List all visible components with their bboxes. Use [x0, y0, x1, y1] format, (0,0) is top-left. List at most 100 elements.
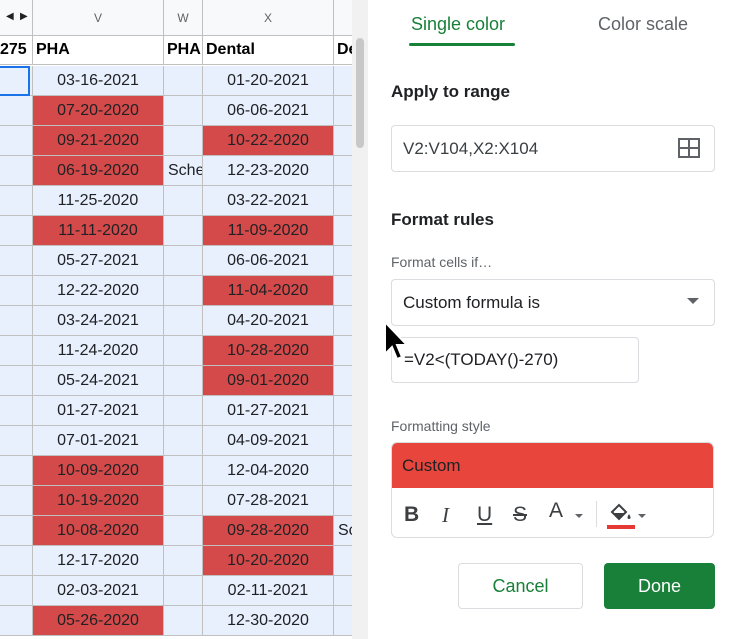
cell-x[interactable]: 12-23-2020 [203, 156, 334, 186]
fill-color-caret-icon[interactable] [638, 514, 646, 518]
cell-x[interactable]: 06-06-2021 [203, 96, 334, 126]
text-color-icon[interactable]: A [549, 499, 563, 523]
cell-x[interactable]: 04-20-2021 [203, 306, 334, 336]
cell-x[interactable]: 01-20-2021 [203, 66, 334, 96]
cell-y[interactable] [334, 126, 352, 156]
cell-v[interactable]: 05-27-2021 [33, 246, 164, 276]
cell-partial[interactable] [0, 96, 33, 126]
cell-x[interactable]: 04-09-2021 [203, 426, 334, 456]
column-header-y[interactable] [334, 0, 352, 35]
cell-v[interactable]: 03-24-2021 [33, 306, 164, 336]
cell-w[interactable] [164, 546, 203, 576]
range-input[interactable]: V2:V104,X2:X104 [391, 125, 715, 172]
tab-color-scale[interactable]: Color scale [598, 14, 688, 35]
header-cell-partial[interactable]: 275 [0, 36, 33, 65]
fill-color-icon[interactable] [608, 503, 634, 525]
cell-w[interactable] [164, 186, 203, 216]
done-button[interactable]: Done [604, 563, 715, 609]
column-header-w[interactable]: W [164, 0, 203, 35]
cell-x[interactable]: 02-11-2021 [203, 576, 334, 606]
cell-w[interactable] [164, 246, 203, 276]
cell-x[interactable]: 10-28-2020 [203, 336, 334, 366]
cell-v[interactable]: 10-09-2020 [33, 456, 164, 486]
cell-w[interactable] [164, 306, 203, 336]
cell-v[interactable]: 01-27-2021 [33, 396, 164, 426]
cell-y[interactable] [334, 96, 352, 126]
cell-w[interactable]: Sche [164, 156, 203, 186]
cell-x[interactable]: 11-09-2020 [203, 216, 334, 246]
cell-v[interactable]: 12-22-2020 [33, 276, 164, 306]
cell-partial[interactable] [0, 186, 33, 216]
cell-v[interactable]: 07-20-2020 [33, 96, 164, 126]
cell-y[interactable] [334, 396, 352, 426]
cell-y[interactable] [334, 66, 352, 96]
cell-w[interactable] [164, 486, 203, 516]
cell-partial[interactable] [0, 426, 33, 456]
cell-y[interactable] [334, 606, 352, 636]
cell-partial[interactable] [0, 276, 33, 306]
cancel-button[interactable]: Cancel [458, 563, 583, 609]
cell-w[interactable] [164, 66, 203, 96]
cell-y[interactable] [334, 306, 352, 336]
cell-v[interactable]: 11-25-2020 [33, 186, 164, 216]
cell-y[interactable] [334, 246, 352, 276]
cell-v[interactable]: 10-19-2020 [33, 486, 164, 516]
cell-partial[interactable] [0, 156, 33, 186]
cell-x[interactable]: 01-27-2021 [203, 396, 334, 426]
cell-w[interactable] [164, 336, 203, 366]
style-preview[interactable]: Custom [392, 443, 713, 488]
cell-partial[interactable] [0, 126, 33, 156]
cell-y[interactable] [334, 486, 352, 516]
column-header-x[interactable]: X [203, 0, 334, 35]
cell-v[interactable]: 11-11-2020 [33, 216, 164, 246]
cell-v[interactable]: 05-26-2020 [33, 606, 164, 636]
underline-icon[interactable]: U [477, 503, 492, 527]
chevron-down-icon[interactable] [687, 298, 699, 304]
cell-y[interactable] [334, 276, 352, 306]
tab-single-color[interactable]: Single color [411, 14, 505, 35]
cell-y[interactable] [334, 546, 352, 576]
cell-x[interactable]: 07-28-2021 [203, 486, 334, 516]
cell-partial[interactable] [0, 606, 33, 636]
scroll-left-icon[interactable]: ◀ [6, 11, 14, 22]
cell-partial[interactable] [0, 396, 33, 426]
cell-y[interactable] [334, 426, 352, 456]
select-range-icon[interactable] [678, 138, 700, 158]
cell-y[interactable] [334, 366, 352, 396]
strikethrough-icon[interactable]: S [513, 503, 527, 527]
cell-y[interactable]: Sc [334, 516, 352, 546]
cell-v[interactable]: 12-17-2020 [33, 546, 164, 576]
cell-w[interactable] [164, 426, 203, 456]
bold-icon[interactable]: B [404, 503, 419, 527]
cell-v[interactable]: 03-16-2021 [33, 66, 164, 96]
cell-y[interactable] [334, 456, 352, 486]
cell-partial[interactable] [0, 336, 33, 366]
cell-w[interactable] [164, 456, 203, 486]
cell-y[interactable] [334, 156, 352, 186]
cell-x[interactable]: 10-20-2020 [203, 546, 334, 576]
cell-v[interactable]: 07-01-2021 [33, 426, 164, 456]
formula-input[interactable]: =V2<(TODAY()-270) [391, 337, 639, 383]
cell-partial[interactable] [0, 516, 33, 546]
cell-x[interactable]: 12-30-2020 [203, 606, 334, 636]
cell-partial[interactable] [0, 366, 33, 396]
cell-v[interactable]: 11-24-2020 [33, 336, 164, 366]
cell-w[interactable] [164, 216, 203, 246]
cell-partial[interactable] [0, 576, 33, 606]
cell-w[interactable] [164, 606, 203, 636]
cell-x[interactable]: 03-22-2021 [203, 186, 334, 216]
cell-x[interactable]: 10-22-2020 [203, 126, 334, 156]
header-cell-dental[interactable]: Dental [203, 36, 334, 65]
cell-x[interactable]: 09-01-2020 [203, 366, 334, 396]
cell-w[interactable] [164, 126, 203, 156]
cell-x[interactable]: 12-04-2020 [203, 456, 334, 486]
scrollbar-thumb[interactable] [356, 38, 364, 148]
cell-y[interactable] [334, 216, 352, 246]
cell-x[interactable]: 06-06-2021 [203, 246, 334, 276]
cell-v[interactable]: 02-03-2021 [33, 576, 164, 606]
cell-partial[interactable] [0, 486, 33, 516]
cell-partial[interactable] [0, 306, 33, 336]
cell-y[interactable] [334, 186, 352, 216]
cell-x[interactable]: 09-28-2020 [203, 516, 334, 546]
cell-partial[interactable] [0, 456, 33, 486]
